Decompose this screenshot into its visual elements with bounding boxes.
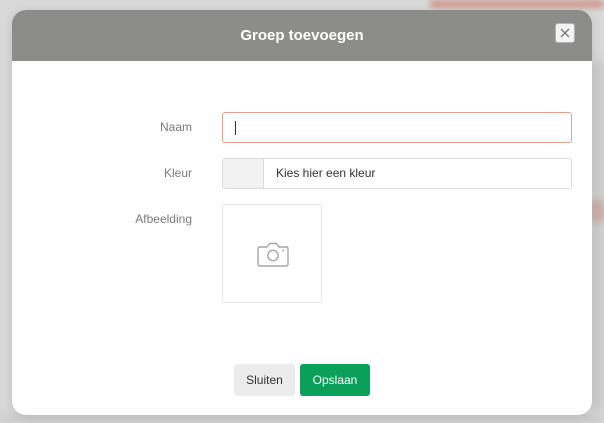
background-panel bbox=[0, 415, 604, 423]
name-input[interactable] bbox=[222, 112, 572, 143]
camera-icon bbox=[257, 242, 289, 267]
color-label: Kleur bbox=[163, 166, 192, 180]
name-label: Naam bbox=[159, 120, 192, 134]
text-cursor bbox=[235, 121, 236, 135]
close-button[interactable] bbox=[555, 23, 575, 43]
close-icon bbox=[560, 28, 570, 38]
image-label: Afbeelding bbox=[135, 212, 192, 226]
color-swatch[interactable] bbox=[223, 159, 264, 188]
dialog-title: Groep toevoegen bbox=[240, 27, 364, 44]
background-panel bbox=[592, 60, 604, 410]
save-button[interactable]: Opslaan bbox=[300, 364, 370, 396]
add-group-dialog: Groep toevoegen Naam Kleur Kies hier een… bbox=[12, 10, 592, 415]
image-upload-box[interactable] bbox=[222, 204, 322, 303]
background-accent bbox=[430, 0, 604, 8]
color-picker-field[interactable]: Kies hier een kleur bbox=[222, 158, 572, 189]
color-placeholder: Kies hier een kleur bbox=[276, 166, 376, 180]
close-dialog-button[interactable]: Sluiten bbox=[234, 364, 295, 396]
